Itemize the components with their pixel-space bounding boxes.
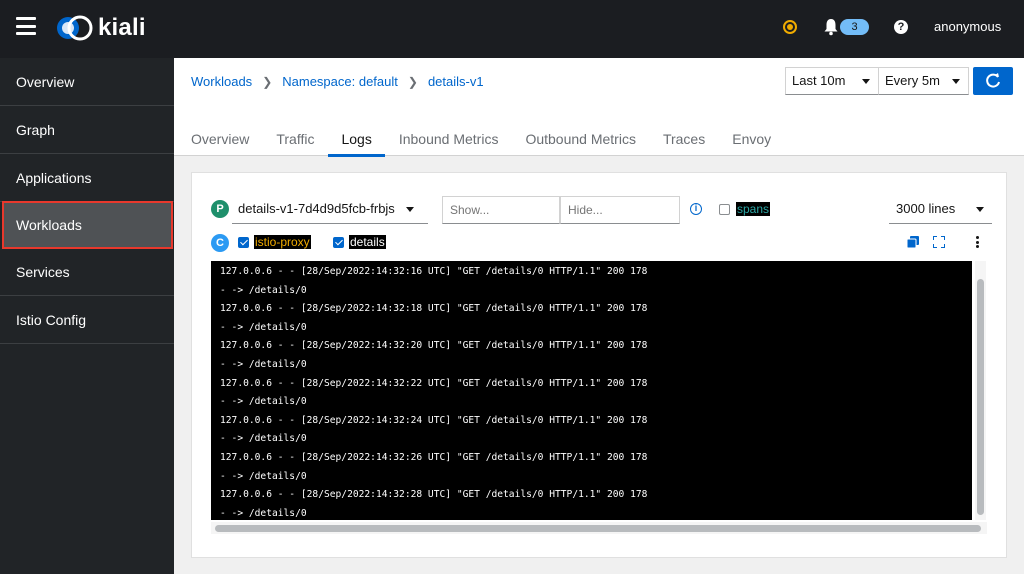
pod-name: details-v1-7d4d9d5fcb-frbjs <box>238 201 395 216</box>
details-checkbox[interactable] <box>333 237 344 248</box>
info-icon[interactable]: i <box>690 203 702 215</box>
caret-down-icon <box>406 207 414 212</box>
log-line: 127.0.0.6 - - [28/Sep/2022:14:32:22 UTC]… <box>220 377 648 389</box>
breadcrumb: Workloads ❯ Namespace: default ❯ details… <box>191 74 484 89</box>
tab-inbound-metrics[interactable]: Inbound Metrics <box>399 130 499 156</box>
log-output[interactable]: 127.0.0.6 - - [28/Sep/2022:14:32:16 UTC]… <box>211 261 972 520</box>
log-line: - -> /details/0 <box>220 358 307 370</box>
log-line: 127.0.0.6 - - [28/Sep/2022:14:32:18 UTC]… <box>220 303 648 315</box>
refresh-interval-select[interactable]: Every 5m <box>878 67 969 95</box>
tab-envoy[interactable]: Envoy <box>732 130 771 156</box>
breadcrumb-namespace[interactable]: Namespace: default <box>282 74 398 89</box>
caret-down-icon <box>976 207 984 212</box>
sidebar-item-overview[interactable]: Overview <box>0 58 174 106</box>
pod-select[interactable]: details-v1-7d4d9d5fcb-frbjs <box>232 196 428 224</box>
vertical-scrollbar[interactable] <box>975 261 986 520</box>
istio-proxy-label: istio-proxy <box>254 235 311 249</box>
log-line: 127.0.0.6 - - [28/Sep/2022:14:32:28 UTC]… <box>220 489 648 501</box>
spans-checkbox[interactable] <box>719 204 730 215</box>
status-warning-icon[interactable] <box>783 20 797 34</box>
details-label: details <box>349 235 386 249</box>
logs-card: P details-v1-7d4d9d5fcb-frbjs i spans 30… <box>191 172 1007 558</box>
kiali-logo-icon <box>57 15 93 41</box>
chevron-right-icon: ❯ <box>407 74 418 89</box>
lines-select[interactable]: 3000 lines <box>889 196 992 224</box>
show-filter-input[interactable] <box>442 196 560 224</box>
tab-traffic[interactable]: Traffic <box>276 130 314 156</box>
user-menu[interactable]: anonymous <box>934 19 1001 34</box>
caret-down-icon <box>862 79 870 84</box>
refresh-interval-value: Every 5m <box>885 73 940 88</box>
scroll-thumb[interactable] <box>215 525 981 532</box>
sidebar-item-istio-config[interactable]: Istio Config <box>0 296 174 344</box>
bell-icon[interactable] <box>823 18 839 36</box>
tab-logs[interactable]: Logs <box>328 130 386 157</box>
kiali-logo[interactable]: kiali <box>56 13 151 43</box>
tab-traces[interactable]: Traces <box>663 130 705 156</box>
tab-outbound-metrics[interactable]: Outbound Metrics <box>525 130 636 156</box>
help-icon[interactable]: ? <box>894 20 908 34</box>
istio-proxy-checkbox[interactable] <box>238 237 249 248</box>
sidebar-item-services[interactable]: Services <box>0 248 174 296</box>
chevron-right-icon: ❯ <box>262 74 273 89</box>
sidebar: Overview Graph Applications Workloads Se… <box>0 58 174 574</box>
scroll-thumb[interactable] <box>977 279 984 515</box>
sidebar-item-graph[interactable]: Graph <box>0 106 174 154</box>
tab-overview[interactable]: Overview <box>191 130 249 156</box>
workload-tabs: Overview Traffic Logs Inbound Metrics Ou… <box>191 130 798 157</box>
menu-icon[interactable] <box>16 17 36 35</box>
log-line: - -> /details/0 <box>220 470 307 482</box>
log-line: - -> /details/0 <box>220 433 307 445</box>
log-line: - -> /details/0 <box>220 396 307 408</box>
log-line: - -> /details/0 <box>220 507 307 519</box>
copy-icon[interactable] <box>907 236 919 248</box>
caret-down-icon <box>952 79 960 84</box>
refresh-icon <box>986 73 1000 88</box>
log-line: - -> /details/0 <box>220 284 307 296</box>
horizontal-scrollbar[interactable] <box>211 522 987 534</box>
pod-badge: P <box>211 200 229 218</box>
time-range-select[interactable]: Last 10m <box>785 67 879 95</box>
expand-icon[interactable] <box>933 236 945 248</box>
sidebar-item-workloads[interactable]: Workloads <box>2 201 173 249</box>
log-line: 127.0.0.6 - - [28/Sep/2022:14:32:26 UTC]… <box>220 451 648 463</box>
notification-badge[interactable]: 3 <box>840 19 869 35</box>
lines-value: 3000 lines <box>896 201 956 216</box>
breadcrumb-workload[interactable]: details-v1 <box>428 74 484 89</box>
spans-label: spans <box>736 202 771 216</box>
log-line: - -> /details/0 <box>220 321 307 333</box>
breadcrumb-workloads[interactable]: Workloads <box>191 74 252 89</box>
app-name: kiali <box>98 14 146 41</box>
sidebar-item-applications[interactable]: Applications <box>0 154 174 202</box>
log-line: 127.0.0.6 - - [28/Sep/2022:14:32:20 UTC]… <box>220 340 648 352</box>
refresh-button[interactable] <box>973 67 1013 95</box>
page-header: Workloads ❯ Namespace: default ❯ details… <box>174 58 1024 157</box>
log-line: 127.0.0.6 - - [28/Sep/2022:14:32:16 UTC]… <box>220 266 648 277</box>
time-range-value: Last 10m <box>792 73 846 88</box>
kebab-icon[interactable] <box>976 236 980 248</box>
masthead: kiali 3 ? anonymous <box>0 0 1024 58</box>
log-line: 127.0.0.6 - - [28/Sep/2022:14:32:24 UTC]… <box>220 414 648 426</box>
container-badge: C <box>211 234 229 252</box>
hide-filter-input[interactable] <box>560 196 680 224</box>
